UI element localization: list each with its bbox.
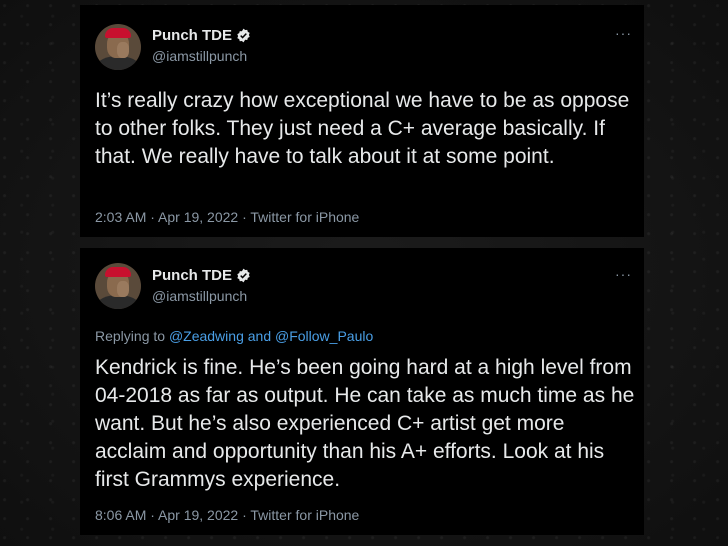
replying-to: Replying to @Zeadwing and @Follow_Paulo [95, 328, 373, 344]
more-options-icon[interactable]: ··· [615, 266, 632, 282]
handle[interactable]: @iamstillpunch [152, 288, 247, 304]
display-name[interactable]: Punch TDE [152, 267, 251, 284]
avatar[interactable] [95, 24, 141, 70]
tweet-card-2[interactable]: Punch TDE @iamstillpunch ··· Replying to… [80, 248, 644, 535]
display-name[interactable]: Punch TDE [152, 27, 251, 44]
avatar[interactable] [95, 263, 141, 309]
tweet-text: Kendrick is fine. He’s been going hard a… [95, 356, 635, 491]
handle[interactable]: @iamstillpunch [152, 48, 247, 64]
verified-badge-icon [237, 268, 250, 283]
display-name-text: Punch TDE [152, 27, 233, 44]
replying-mentions[interactable]: @Zeadwing and @Follow_Paulo [169, 328, 373, 344]
more-options-icon[interactable]: ··· [615, 25, 632, 41]
tweet-card-1[interactable]: Punch TDE @iamstillpunch ··· It’s really… [80, 5, 644, 237]
display-name-text: Punch TDE [152, 267, 233, 284]
replying-prefix: Replying to [95, 328, 169, 344]
tweet-text: It’s really crazy how exceptional we hav… [95, 89, 630, 168]
verified-badge-icon [237, 28, 250, 43]
tweet-meta[interactable]: 2:03 AM · Apr 19, 2022 · Twitter for iPh… [95, 209, 359, 225]
tweet-meta[interactable]: 8:06 AM · Apr 19, 2022 · Twitter for iPh… [95, 507, 359, 523]
